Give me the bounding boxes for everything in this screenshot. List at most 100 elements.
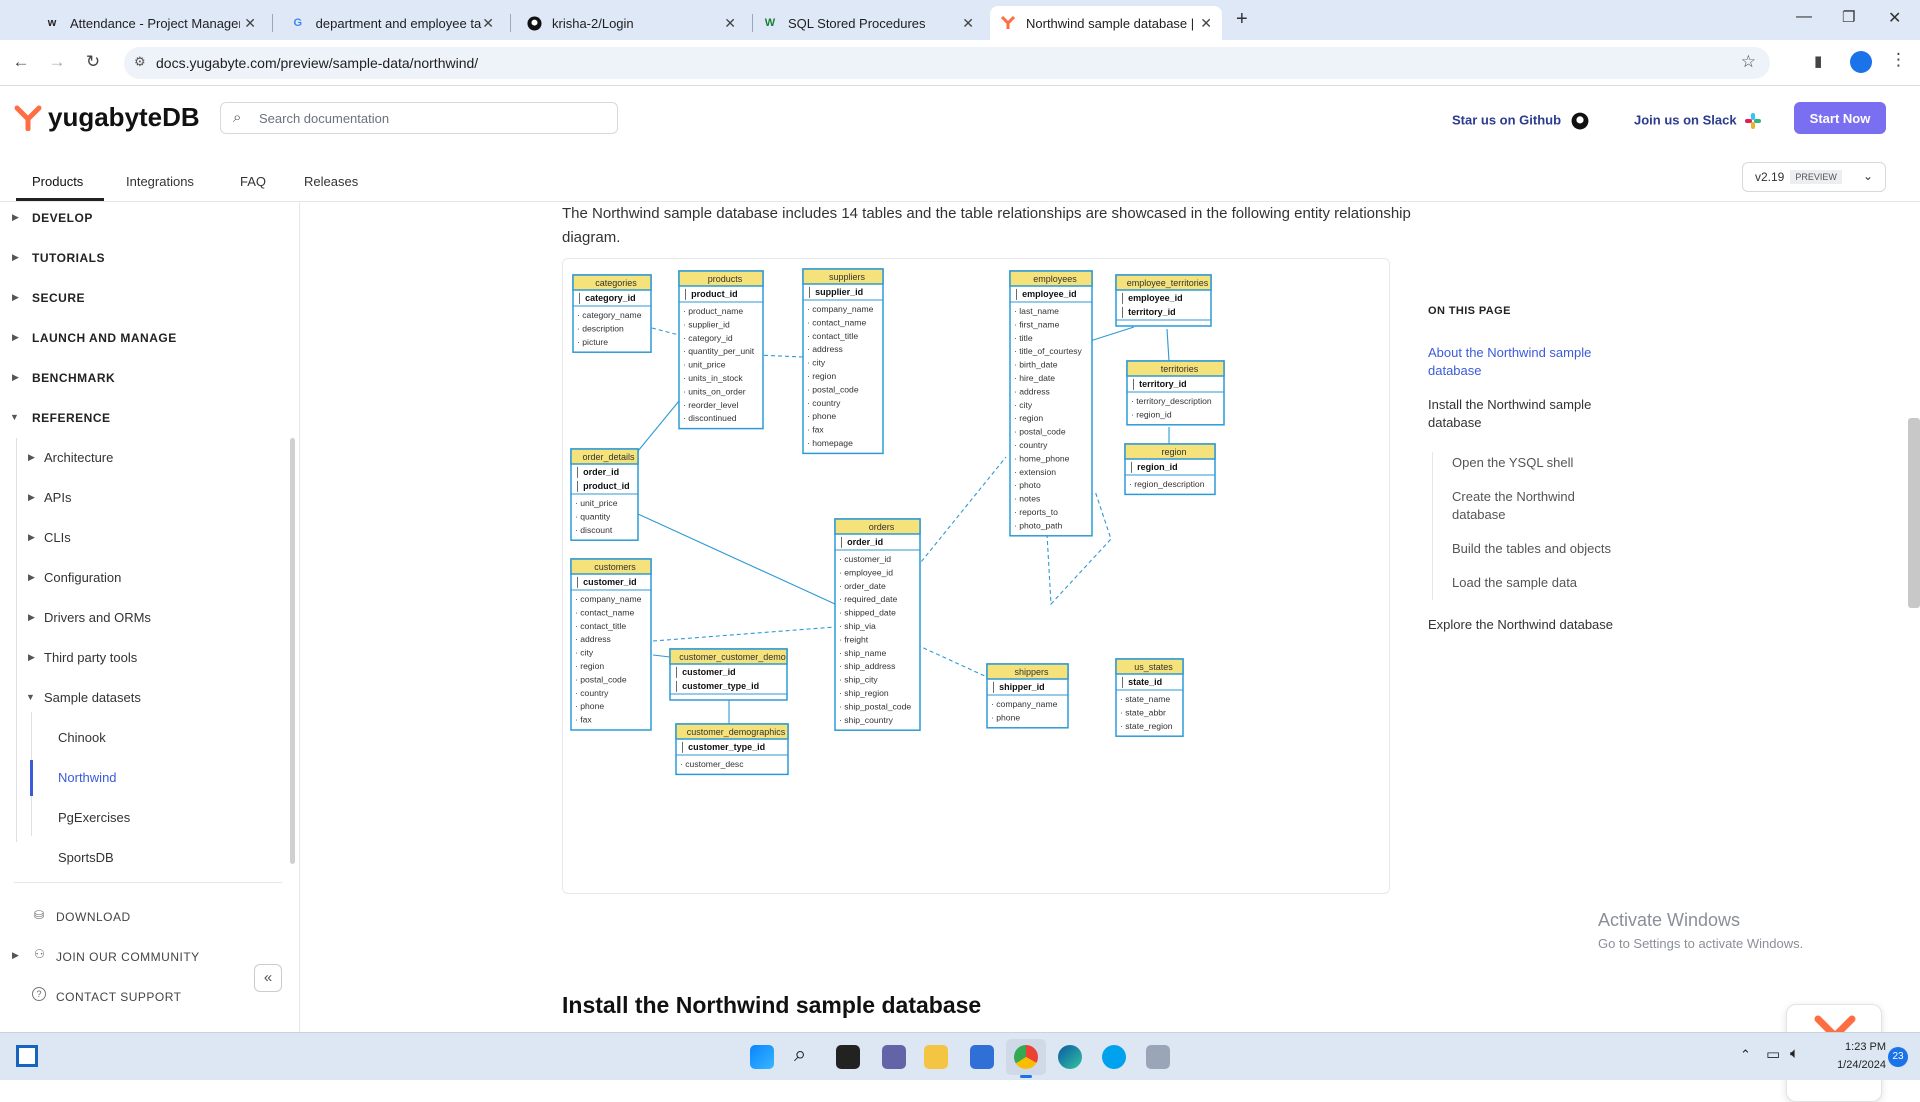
task-view-app-icon[interactable] (16, 1045, 38, 1067)
task-view-icon[interactable] (836, 1045, 860, 1069)
sidebar-item-drivers-and-orms[interactable]: Drivers and ORMs (44, 610, 151, 625)
slack-icon (1745, 113, 1762, 129)
slack-link[interactable]: Join us on Slack (1634, 112, 1762, 130)
close-tab-icon[interactable]: ✕ (482, 15, 494, 32)
erd-table-title: products (708, 274, 743, 284)
snipping-tool-icon[interactable] (1146, 1045, 1170, 1069)
toc-item[interactable]: Load the sample data (1452, 574, 1577, 592)
notification-badge[interactable]: 23 (1888, 1047, 1908, 1067)
sidebar-item-tutorials[interactable]: TUTORIALS (32, 251, 105, 265)
version-selector[interactable]: v2.19 PREVIEW ⌄ (1742, 162, 1886, 192)
tab-products[interactable]: Products (32, 174, 83, 189)
erd-table-title: categories (595, 278, 637, 288)
page-scrollbar[interactable] (1908, 418, 1920, 608)
teams-icon[interactable] (882, 1045, 906, 1069)
browser-tab[interactable]: w Attendance - Project Managem ✕ (34, 6, 266, 40)
bookmark-star-icon[interactable]: ☆ (1741, 52, 1756, 72)
sidebar-item-develop[interactable]: DEVELOP (32, 211, 93, 225)
volume-icon[interactable]: 🔈︎ (1790, 1045, 1799, 1062)
chevron-down-icon: ⌄ (1862, 169, 1873, 183)
erd-table-title: suppliers (829, 272, 866, 282)
erd-column: · country (807, 398, 841, 408)
toc-item[interactable]: Open the YSQL shell (1452, 454, 1573, 472)
file-explorer-icon[interactable] (924, 1045, 948, 1069)
sidebar-item-apis[interactable]: APIs (44, 490, 71, 505)
erd-column: · company_name (575, 594, 642, 604)
sidebar-scrollbar[interactable] (290, 438, 295, 864)
collapse-sidebar-button[interactable]: « (254, 964, 282, 992)
menu-icon[interactable]: ⋮ (1890, 50, 1907, 70)
browser-tab[interactable]: krisha-2/Login ✕ (516, 6, 746, 40)
close-tab-icon[interactable]: ✕ (1200, 15, 1212, 32)
sidebar-item-chinook[interactable]: Chinook (58, 730, 106, 745)
profile-avatar[interactable] (1850, 51, 1872, 73)
browser-tab[interactable]: W SQL Stored Procedures ✕ (752, 6, 984, 40)
erd-column: · postal_code (575, 674, 627, 684)
search-icon[interactable]: ⌕ (794, 1041, 806, 1067)
erd-diagram: categories │ category_id · category_name · … (562, 258, 1390, 894)
sidebar-contact-support[interactable]: CONTACT SUPPORT (56, 990, 182, 1004)
erd-column: · country (1014, 440, 1048, 450)
erd-column: · ship_via (839, 621, 876, 631)
caret-down-icon: ▼ (10, 412, 19, 422)
sidebar-item-reference[interactable]: REFERENCE (32, 411, 111, 425)
sidebar-item-northwind[interactable]: Northwind (58, 770, 117, 785)
search-input[interactable]: ⌕ Search documentation (220, 102, 618, 134)
sidebar-item-clis[interactable]: CLIs (44, 530, 71, 545)
toc-item[interactable]: Create the Northwind database (1452, 488, 1612, 524)
tab-faq[interactable]: FAQ (240, 174, 266, 189)
tab-releases[interactable]: Releases (304, 174, 358, 189)
close-tab-icon[interactable]: ✕ (724, 15, 736, 32)
erd-column: · customer_desc (680, 759, 744, 769)
brand-logo[interactable]: yugabyteDB (14, 102, 200, 133)
clock-time[interactable]: 1:23 PM (1826, 1041, 1886, 1053)
toc-item[interactable]: Install the Northwind sample database (1428, 396, 1628, 432)
edge-icon[interactable] (1058, 1045, 1082, 1069)
clock-date[interactable]: 1/24/2024 (1818, 1059, 1886, 1071)
sidebar-item-secure[interactable]: SECURE (32, 291, 85, 305)
store-icon[interactable] (970, 1045, 994, 1069)
tab-integrations[interactable]: Integrations (126, 174, 194, 189)
chrome-icon[interactable] (1014, 1045, 1038, 1069)
erd-table-customer-customer-demo: customer_customer_demo │ customer_id │ cus… (669, 648, 788, 701)
side-panel-icon[interactable]: ▮ (1814, 52, 1822, 70)
site-info-icon[interactable]: ⚙ (134, 54, 146, 70)
skype-icon[interactable] (1102, 1045, 1126, 1069)
close-tab-icon[interactable]: ✕ (962, 15, 974, 32)
toc-item[interactable]: Explore the Northwind database (1428, 616, 1613, 634)
minimize-icon[interactable]: — (1796, 8, 1812, 26)
network-icon[interactable]: ▭ (1766, 1045, 1780, 1063)
reload-icon[interactable]: ↻ (82, 52, 104, 72)
sidebar-item-pgexercises[interactable]: PgExercises (58, 810, 130, 825)
sidebar-item-architecture[interactable]: Architecture (44, 450, 113, 465)
back-icon[interactable]: ← (10, 52, 32, 72)
erd-column: · state_region (1120, 721, 1173, 731)
windows-start-icon[interactable] (750, 1045, 774, 1069)
sidebar-item-benchmark[interactable]: BENCHMARK (32, 371, 115, 385)
toc-item[interactable]: Build the tables and objects (1452, 540, 1611, 558)
erd-column: · ship_country (839, 715, 894, 725)
restore-icon[interactable]: ❐ (1842, 8, 1855, 26)
erd-column: · unit_price (575, 498, 618, 508)
sidebar-item-third-party-tools[interactable]: Third party tools (44, 650, 137, 665)
toc-item[interactable]: About the Northwind sample database (1428, 344, 1638, 380)
start-now-label: Start Now (1809, 110, 1871, 126)
close-window-icon[interactable]: ✕ (1888, 8, 1901, 28)
sidebar-item-sample-datasets[interactable]: Sample datasets (44, 690, 141, 705)
sidebar-item-launch-and-manage[interactable]: LAUNCH AND MANAGE (32, 331, 177, 345)
browser-tab-active[interactable]: Northwind sample database | Y ✕ (990, 6, 1222, 40)
new-tab-icon[interactable]: + (1236, 8, 1248, 31)
close-tab-icon[interactable]: ✕ (244, 15, 256, 32)
sidebar-join-community[interactable]: JOIN OUR COMMUNITY (56, 950, 200, 964)
chevron-up-icon[interactable]: ⌃ (1740, 1047, 1751, 1063)
forward-icon[interactable]: → (46, 52, 68, 72)
url-field[interactable]: ⚙ docs.yugabyte.com/preview/sample-data/… (124, 47, 1770, 79)
github-link[interactable]: Star us on Github (1452, 112, 1589, 130)
sidebar-item-sportsdb[interactable]: SportsDB (58, 850, 114, 865)
browser-tab[interactable]: G department and employee tab ✕ (280, 6, 504, 40)
start-now-button[interactable]: Start Now (1794, 102, 1886, 134)
sidebar-download[interactable]: DOWNLOAD (56, 910, 131, 924)
erd-table-customers: customers │ customer_id · company_name · co… (570, 558, 652, 731)
sidebar-item-configuration[interactable]: Configuration (44, 570, 121, 585)
user-icon: ⚇ (34, 947, 45, 961)
